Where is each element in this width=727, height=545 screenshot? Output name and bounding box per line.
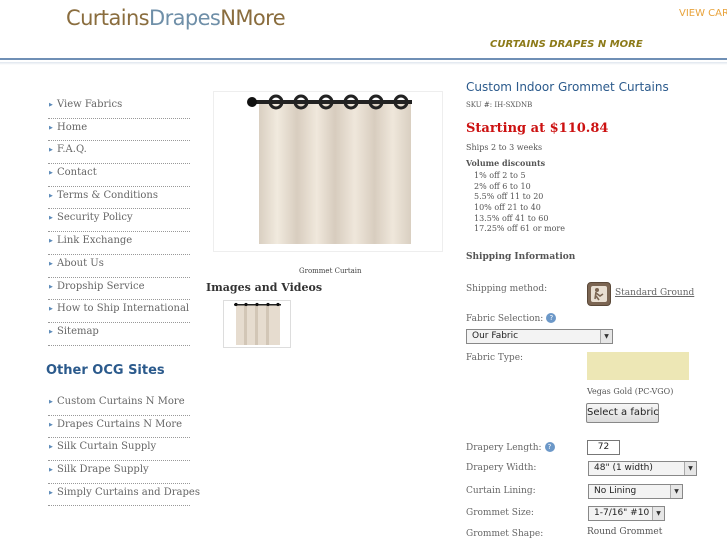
bullet-icon: ▶ <box>49 260 53 267</box>
curtain-image-icon <box>247 94 412 244</box>
site-header: CurtainsDrapesNMore VIEW CART CURTAINS D… <box>0 0 727 60</box>
chevron-down-icon: ▼ <box>600 330 612 343</box>
header-divider <box>0 62 727 65</box>
other-site-silk-drape-supply[interactable]: ▶ Silk Drape Supply <box>48 461 190 484</box>
product-main-image[interactable] <box>213 91 443 252</box>
bullet-icon: ▶ <box>49 124 53 131</box>
list-item: 13.5% off 41 to 60 <box>474 213 549 223</box>
product-thumbnail[interactable] <box>223 300 291 348</box>
curtain-lining-select[interactable]: No Lining ▼ <box>588 484 683 499</box>
shipping-method-link[interactable]: Standard Ground <box>615 288 694 298</box>
ship-time: Ships 2 to 3 weeks <box>466 143 543 152</box>
bullet-icon: ▶ <box>49 421 53 428</box>
drapery-width-select[interactable]: 48" (1 width) ▼ <box>588 461 697 476</box>
shipping-method-label: Shipping method: <box>466 284 548 294</box>
other-sites-heading: Other OCG Sites <box>46 363 165 378</box>
grommet-shape-label: Grommet Shape: <box>466 529 544 539</box>
sidebar-item-link-exchange[interactable]: ▶ Link Exchange <box>48 232 190 255</box>
fabric-selection-select[interactable]: Our Fabric ▼ <box>466 329 613 344</box>
grommet-shape-value: Round Grommet <box>587 527 663 537</box>
list-item: 10% off 21 to 40 <box>474 203 541 213</box>
volume-discounts-heading: Volume discounts <box>466 158 546 168</box>
chevron-down-icon: ▼ <box>670 485 682 498</box>
question-mark-icon[interactable]: ? <box>546 313 557 323</box>
site-tagline: CURTAINS DRAPES N MORE <box>490 39 643 50</box>
fabric-name: Vegas Gold (PC-VGO) <box>587 387 674 396</box>
bullet-icon: ▶ <box>49 283 53 290</box>
chevron-down-icon: ▼ <box>684 462 696 475</box>
bullet-icon: ▶ <box>49 147 53 154</box>
shipping-info-heading: Shipping Information <box>466 252 576 262</box>
bullet-icon: ▶ <box>49 467 53 474</box>
site-logo[interactable]: CurtainsDrapesNMore <box>66 6 286 30</box>
product-sku: SKU #: IH-SXDNB <box>466 101 533 109</box>
chevron-down-icon: ▼ <box>652 507 664 520</box>
sidebar-item-about-us[interactable]: ▶ About Us <box>48 255 190 278</box>
drapery-length-input[interactable]: 72 <box>587 440 620 455</box>
curtain-thumbnail-icon <box>234 302 281 345</box>
sidebar-item-dropship-service[interactable]: ▶ Dropship Service <box>48 278 190 301</box>
select-fabric-button[interactable]: Select a fabric <box>586 403 659 423</box>
bullet-icon: ▶ <box>49 192 53 199</box>
bullet-icon: ▶ <box>49 102 53 108</box>
sidebar-item-contact[interactable]: ▶ Contact <box>48 164 190 187</box>
view-cart-link[interactable]: VIEW CART <box>679 8 727 19</box>
other-site-drapes-curtains[interactable]: ▶ Drapes Curtains N More <box>48 416 190 439</box>
bullet-icon: ▶ <box>49 215 53 222</box>
drapery-length-label: Drapery Length:? <box>466 442 555 453</box>
fabric-swatch <box>587 352 689 380</box>
question-mark-icon[interactable]: ? <box>544 442 555 452</box>
bullet-icon: ▶ <box>49 489 53 496</box>
other-sites-nav: ▶ Custom Curtains N More ▶ Drapes Curtains… <box>48 393 200 507</box>
bullet-icon: ▶ <box>49 238 53 245</box>
bullet-icon: ▶ <box>49 444 53 451</box>
fabric-type-label: Fabric Type: <box>466 353 524 363</box>
sidebar-item-home[interactable]: ▶ Home <box>48 119 190 142</box>
volume-discounts-list: 1% off 2 to 5 2% off 6 to 10 5.5% off 11… <box>474 171 565 235</box>
other-site-custom-curtains[interactable]: ▶ Custom Curtains N More <box>48 393 190 416</box>
list-item: 17.25% off 61 or more <box>474 224 565 234</box>
delivery-person-icon <box>587 282 611 306</box>
bullet-icon: ▶ <box>49 170 53 177</box>
images-videos-heading: Images and Videos <box>206 281 323 294</box>
list-item: 2% off 6 to 10 <box>474 181 531 191</box>
sidebar-item-terms[interactable]: ▶ Terms & Conditions <box>48 187 190 210</box>
curtain-lining-label: Curtain Lining: <box>466 486 536 496</box>
grommet-size-select[interactable]: 1-7/16" #10 ▼ <box>588 506 665 521</box>
sidebar-item-faq[interactable]: ▶ F.A.Q. <box>48 141 190 165</box>
bullet-icon: ▶ <box>49 328 53 335</box>
grommet-size-label: Grommet Size: <box>466 508 534 518</box>
list-item: 1% off 2 to 5 <box>474 171 526 180</box>
sidebar-nav: ▶ View Fabrics ▶ Home ▶ F.A.Q. ▶ Contact ▶ Te… <box>48 96 190 346</box>
other-site-silk-curtain-supply[interactable]: ▶ Silk Curtain Supply <box>48 438 190 462</box>
product-price: Starting at $110.84 <box>466 121 609 136</box>
bullet-icon: ▶ <box>49 399 53 405</box>
drapery-width-label: Drapery Width: <box>466 463 537 473</box>
sidebar-item-view-fabrics[interactable]: ▶ View Fabrics <box>48 96 190 119</box>
sidebar-item-security-policy[interactable]: ▶ Security Policy <box>48 209 190 233</box>
sidebar-item-sitemap[interactable]: ▶ Sitemap <box>48 323 190 346</box>
product-title: Custom Indoor Grommet Curtains <box>466 80 669 94</box>
list-item: 5.5% off 11 to 20 <box>474 192 544 202</box>
bullet-icon: ▶ <box>49 306 53 313</box>
image-caption: Grommet Curtain <box>299 267 362 275</box>
other-site-simply-curtains[interactable]: ▶ Simply Curtains and Drapes <box>48 484 200 507</box>
fabric-selection-label: Fabric Selection:? <box>466 313 557 324</box>
sidebar-item-ship-international[interactable]: ▶ How to Ship International <box>48 300 190 323</box>
